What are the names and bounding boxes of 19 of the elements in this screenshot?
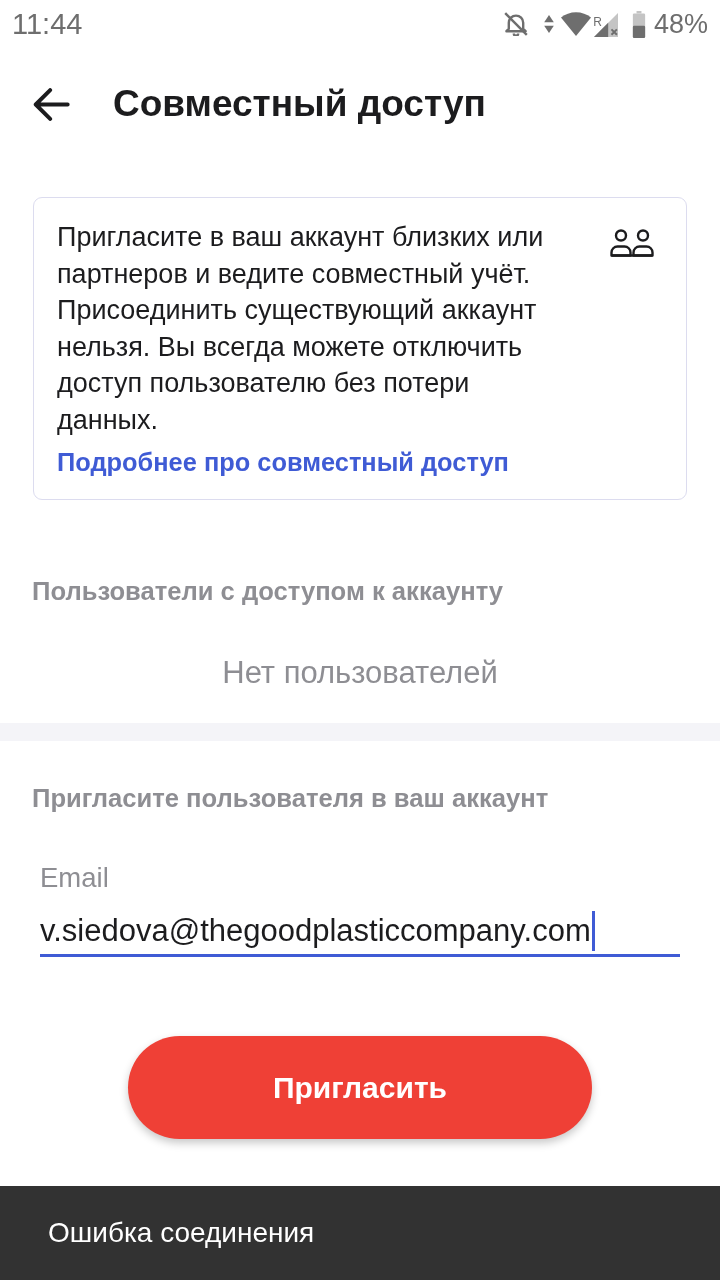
invite-button[interactable]: Пригласить [128, 1036, 592, 1139]
screen-title: Совместный доступ [113, 83, 486, 125]
back-arrow-icon[interactable] [33, 87, 70, 121]
signal-icon [593, 13, 618, 37]
data-arrows-icon [544, 15, 555, 33]
text-cursor-icon [591, 911, 595, 951]
learn-more-link[interactable]: Подробнее про совместный доступ [57, 444, 509, 480]
roaming-indicator: R [593, 14, 602, 29]
empty-state-text: Нет пользователей [221, 655, 499, 691]
snackbar-message: Ошибка соединения [48, 1217, 315, 1249]
battery-percent: 48% [653, 8, 708, 40]
section-heading: Пригласите пользователя в ваш аккаунт [32, 783, 550, 814]
battery-icon [631, 10, 646, 38]
status-time: 11:44 [12, 7, 83, 41]
section-heading: Пользователи с доступом к аккаунту [32, 576, 505, 607]
muted-bell-icon [504, 12, 529, 36]
email-field[interactable]: Email v.siedova@thegoodplasticcompany.com [40, 862, 680, 957]
info-text: Пригласите в ваш аккаунт близких или партнеров и ведите совместный учёт. Присоединить существующий аккаунт нельзя. Вы всегда можете отключить доступ пользователю без потери данных. [57, 221, 545, 437]
people-icon [610, 229, 654, 257]
